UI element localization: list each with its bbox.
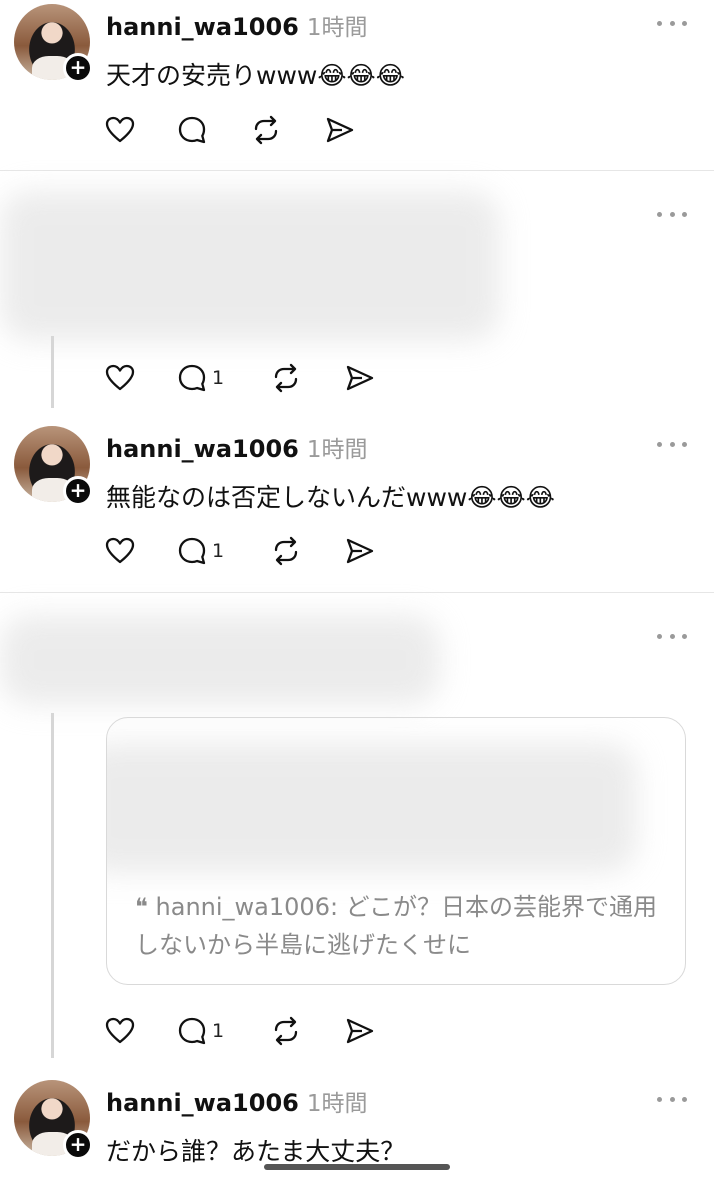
- repost-button[interactable]: [250, 113, 282, 147]
- send-icon: [346, 1018, 374, 1044]
- username[interactable]: hanni_wa1006 1時間: [106, 8, 367, 42]
- redacted-content: [107, 743, 637, 873]
- more-dots-icon[interactable]: [657, 1094, 687, 1104]
- heart-icon: [105, 1017, 135, 1044]
- post-5: + hanni_wa1006 1時間 だから誰？あたま大丈夫？: [0, 1074, 714, 1200]
- repost-icon: [274, 1016, 298, 1046]
- redacted-content: [0, 615, 440, 705]
- action-bar: 1: [104, 1014, 404, 1048]
- post-3: + hanni_wa1006 1時間 無能なのは否定しないんだwww😂😂😂 1: [0, 420, 714, 592]
- like-button[interactable]: [104, 361, 136, 395]
- thread-line: [51, 713, 54, 1058]
- reply-count: 1: [212, 367, 225, 389]
- username-text[interactable]: hanni_wa1006: [106, 435, 299, 463]
- repost-button[interactable]: [270, 361, 302, 395]
- comment-icon: [178, 1017, 206, 1045]
- username-text[interactable]: hanni_wa1006: [106, 13, 299, 41]
- reply-button[interactable]: [176, 113, 212, 147]
- thread-line: [51, 336, 54, 408]
- timestamp: 1時間: [306, 437, 368, 463]
- username[interactable]: hanni_wa1006 1時間: [106, 430, 367, 464]
- username-text[interactable]: hanni_wa1006: [106, 1089, 299, 1117]
- action-bar: 1: [104, 534, 404, 568]
- post-text: 無能なのは否定しないんだwww😂😂😂: [106, 483, 555, 512]
- send-icon: [346, 538, 374, 564]
- reply-count: 1: [212, 1020, 225, 1042]
- username[interactable]: hanni_wa1006 1時間: [106, 1084, 367, 1118]
- post-text: 天才の安売りwww😂😂😂: [106, 61, 405, 90]
- like-button[interactable]: [104, 1014, 136, 1048]
- redacted-content: [0, 191, 500, 341]
- share-button[interactable]: [344, 1014, 376, 1048]
- plus-icon[interactable]: +: [63, 1130, 93, 1160]
- reply-count: 1: [212, 540, 225, 562]
- reply-button[interactable]: 1: [176, 1014, 224, 1048]
- post-1: + hanni_wa1006 1時間 天才の安売りwww😂😂😂: [0, 0, 714, 170]
- home-indicator[interactable]: [264, 1164, 450, 1170]
- action-bar: [104, 113, 404, 147]
- send-icon: [346, 365, 374, 391]
- repost-icon: [274, 536, 298, 566]
- comment-icon: [178, 537, 206, 565]
- comment-icon: [178, 116, 206, 144]
- heart-icon: [105, 116, 135, 143]
- send-icon: [326, 117, 354, 143]
- share-button[interactable]: [344, 361, 376, 395]
- share-button[interactable]: [324, 113, 356, 147]
- repost-icon: [254, 115, 278, 145]
- plus-icon[interactable]: +: [63, 476, 93, 506]
- repost-button[interactable]: [270, 1014, 302, 1048]
- more-dots-icon[interactable]: [657, 631, 687, 641]
- plus-icon[interactable]: +: [63, 53, 93, 83]
- quoted-post-card[interactable]: ❝ hanni_wa1006: どこが？日本の芸能界で通用しないから半島に逃げた…: [106, 717, 686, 985]
- heart-icon: [105, 364, 135, 391]
- quote-text: ❝ hanni_wa1006: どこが？日本の芸能界で通用しないから半島に逃げた…: [135, 893, 657, 959]
- repost-icon: [274, 363, 298, 393]
- more-dots-icon[interactable]: [657, 439, 687, 449]
- timestamp: 1時間: [306, 15, 368, 41]
- reply-button[interactable]: 1: [176, 361, 224, 395]
- like-button[interactable]: [104, 113, 136, 147]
- heart-icon: [105, 537, 135, 564]
- comment-icon: [178, 364, 206, 392]
- more-dots-icon[interactable]: [657, 209, 687, 219]
- like-button[interactable]: [104, 534, 136, 568]
- action-bar: 1: [104, 361, 404, 395]
- post-text: だから誰？あたま大丈夫？: [106, 1137, 406, 1166]
- post-2-redacted: 1: [0, 171, 714, 420]
- share-button[interactable]: [344, 534, 376, 568]
- repost-button[interactable]: [270, 534, 302, 568]
- reply-button[interactable]: 1: [176, 534, 224, 568]
- timestamp: 1時間: [306, 1091, 368, 1117]
- more-dots-icon[interactable]: [657, 18, 687, 28]
